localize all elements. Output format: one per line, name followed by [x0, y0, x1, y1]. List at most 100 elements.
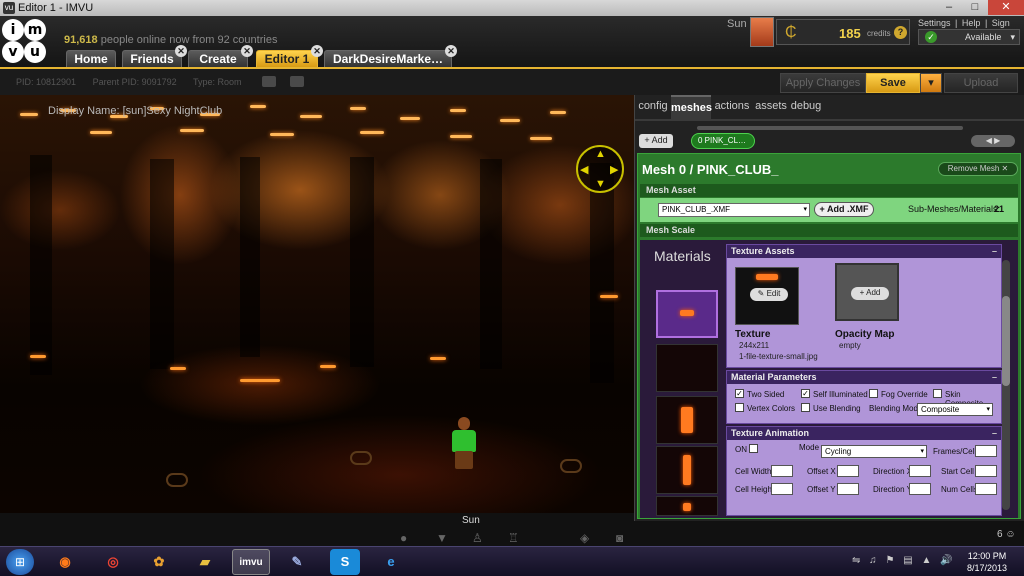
- texture-assets-header[interactable]: Texture Assets –: [727, 245, 1001, 258]
- monitor-tray-icon[interactable]: ▤: [903, 555, 912, 566]
- help-icon[interactable]: ?: [894, 26, 907, 39]
- show-hidden-icons-icon[interactable]: ▲: [921, 555, 931, 566]
- tab-actions[interactable]: actions: [711, 95, 753, 119]
- maximize-button[interactable]: □: [962, 0, 988, 15]
- material-thumb-09[interactable]: [656, 496, 718, 516]
- volume-icon[interactable]: 🔊: [940, 555, 952, 566]
- opacity-map-thumbnail[interactable]: + Add: [835, 263, 899, 321]
- camera-icon[interactable]: ◙: [616, 531, 623, 545]
- num-cells-input[interactable]: [975, 483, 997, 495]
- user-name[interactable]: Sun: [727, 18, 747, 30]
- minimize-icon[interactable]: –: [992, 371, 997, 384]
- self-illuminated-checkbox[interactable]: ✓: [801, 389, 810, 398]
- save-button[interactable]: Save: [866, 73, 920, 93]
- tab-meshes[interactable]: meshes: [671, 95, 712, 119]
- imvu-logo[interactable]: i m v u: [2, 19, 54, 67]
- close-button[interactable]: ✕: [988, 0, 1024, 15]
- materials-scroll-thumb[interactable]: [1002, 296, 1010, 386]
- use-blending-checkbox[interactable]: [801, 403, 810, 412]
- arrow-right-icon[interactable]: ▶: [610, 163, 618, 176]
- close-tab-icon[interactable]: ✕: [175, 45, 187, 57]
- close-tab-icon[interactable]: ✕: [311, 45, 323, 57]
- skype-icon[interactable]: S: [330, 549, 360, 575]
- minimize-icon[interactable]: –: [992, 245, 997, 258]
- internet-explorer-icon[interactable]: e: [372, 549, 410, 575]
- tab-editor-1[interactable]: Editor 1 ✕: [256, 45, 323, 68]
- camera-control[interactable]: ▲ ▼ ◀ ▶: [576, 145, 624, 193]
- settings-link[interactable]: Settings: [918, 18, 951, 28]
- skin-composite-checkbox[interactable]: [933, 389, 942, 398]
- direction-y-input[interactable]: [909, 483, 931, 495]
- texture-thumbnail[interactable]: ✎ Edit: [735, 267, 799, 325]
- mesh-scroll-track[interactable]: [697, 126, 963, 130]
- remove-mesh-button[interactable]: Remove Mesh ✕: [938, 162, 1018, 176]
- add-xmf-button[interactable]: + Add .XMF: [814, 202, 874, 217]
- upload-button[interactable]: Upload: [944, 73, 1018, 93]
- offset-x-input[interactable]: [837, 465, 859, 477]
- edit-texture-button[interactable]: ✎ Edit: [750, 288, 788, 301]
- tab-assets[interactable]: assets: [753, 95, 789, 119]
- avatar[interactable]: [750, 17, 774, 47]
- close-tab-icon[interactable]: ✕: [241, 45, 253, 57]
- close-tab-icon[interactable]: ✕: [445, 45, 457, 57]
- paint-icon[interactable]: ◈: [580, 531, 589, 545]
- mesh-asset-header[interactable]: Mesh Asset: [640, 184, 1018, 197]
- paint-net-icon[interactable]: ✿: [140, 549, 178, 575]
- arrow-left-icon[interactable]: ◀: [580, 163, 588, 176]
- avatar-figure[interactable]: [448, 417, 480, 477]
- cell-width-input[interactable]: [771, 465, 793, 477]
- media-tray-icon[interactable]: ♫: [869, 555, 877, 566]
- tab-config[interactable]: config: [635, 95, 671, 119]
- save-dropdown-button[interactable]: ▾: [920, 73, 942, 93]
- start-cell-input[interactable]: [975, 465, 997, 477]
- tab-debug[interactable]: debug: [789, 95, 823, 119]
- mesh-asset-select[interactable]: PINK_CLUB_.XMF ▾: [658, 203, 810, 217]
- tab-home[interactable]: Home: [66, 50, 116, 68]
- tab-friends[interactable]: Friends ✕: [122, 45, 187, 68]
- status-dropdown[interactable]: ✓ Available ▾: [918, 29, 1020, 45]
- shirt-icon[interactable]: ▼: [436, 531, 448, 545]
- system-clock[interactable]: 12:00 PM 8/17/2013: [962, 550, 1012, 574]
- direction-x-input[interactable]: [909, 465, 931, 477]
- start-button[interactable]: ⊞: [6, 549, 34, 575]
- blending-mode-select[interactable]: Composite ▾: [917, 403, 993, 416]
- fog-override-checkbox[interactable]: [869, 389, 878, 398]
- animation-on-checkbox[interactable]: [749, 444, 758, 453]
- help-link[interactable]: Help: [962, 18, 981, 28]
- flag-tray-icon[interactable]: ⚑: [885, 555, 894, 566]
- mesh-scale-header[interactable]: Mesh Scale: [640, 224, 1018, 237]
- add-mesh-button[interactable]: + Add: [639, 134, 673, 148]
- room-3d-view[interactable]: Display Name: [sun]Sexy NightClub ▲ ▼ ◀ …: [0, 95, 634, 513]
- tab-create[interactable]: Create ✕: [188, 45, 253, 68]
- person-icon[interactable]: ♙: [472, 531, 483, 545]
- arrow-up-icon[interactable]: ▲: [595, 148, 606, 160]
- offset-y-input[interactable]: [837, 483, 859, 495]
- material-thumb-08[interactable]: [656, 446, 718, 494]
- apply-changes-button[interactable]: Apply Changes: [780, 73, 866, 93]
- folder-icon[interactable]: ▰: [186, 549, 224, 575]
- material-thumb-05[interactable]: [656, 290, 718, 338]
- mesh-selector-pill[interactable]: 0 PINK_CL…: [691, 133, 755, 149]
- vertex-colors-checkbox[interactable]: [735, 403, 744, 412]
- imvu-taskbar-icon[interactable]: imvu: [232, 549, 270, 575]
- network-tray-icon[interactable]: ⇋: [852, 555, 860, 566]
- material-parameters-header[interactable]: Material Parameters –: [727, 371, 1001, 384]
- minimize-icon[interactable]: –: [992, 427, 997, 440]
- chair-icon[interactable]: ♖: [508, 531, 519, 545]
- add-opacity-button[interactable]: + Add: [851, 287, 889, 300]
- cell-height-input[interactable]: [771, 483, 793, 495]
- paint-icon[interactable]: ✎: [278, 549, 316, 575]
- open-folder-icon[interactable]: [290, 76, 304, 87]
- firefox-icon[interactable]: ◉: [46, 549, 84, 575]
- two-sided-checkbox[interactable]: ✓: [735, 389, 744, 398]
- frames-per-cell-input[interactable]: [975, 445, 997, 457]
- credits-panel[interactable]: ₵ 185 credits ?: [776, 19, 910, 45]
- tab-dark-desire-market[interactable]: DarkDesireMarke… ✕: [324, 45, 457, 68]
- mode-select[interactable]: Cycling ▾: [821, 445, 927, 458]
- material-thumb-07[interactable]: [656, 396, 718, 444]
- pose-icon[interactable]: ●: [400, 531, 407, 545]
- mesh-nav-arrows[interactable]: ◀ ▶: [971, 135, 1015, 147]
- folder-icon[interactable]: [262, 76, 276, 87]
- texture-animation-header[interactable]: Texture Animation –: [727, 427, 1001, 440]
- material-thumb-06[interactable]: [656, 344, 718, 392]
